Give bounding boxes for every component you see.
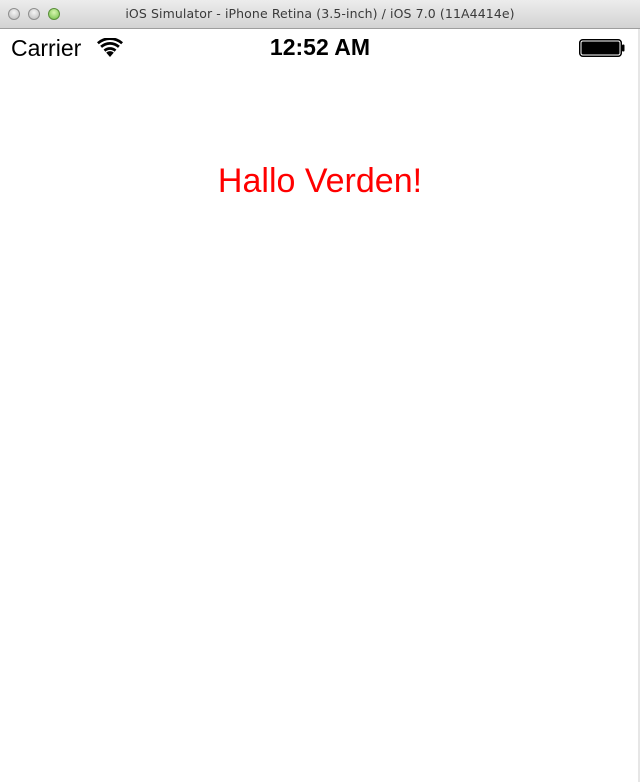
ios-screen[interactable]: Carrier 12:52 AM Hallo Verden!	[0, 29, 640, 782]
status-time: 12:52 AM	[269, 34, 371, 60]
status-bar: Carrier 12:52 AM	[0, 29, 640, 65]
window-title: iOS Simulator - iPhone Retina (3.5-inch)…	[125, 6, 515, 21]
window-titlebar[interactable]: iOS Simulator - iPhone Retina (3.5-inch)…	[0, 0, 640, 29]
greeting-label: Hallo Verden!	[217, 162, 423, 200]
simulator-window: iOS Simulator - iPhone Retina (3.5-inch)…	[0, 0, 640, 782]
battery-icon	[579, 39, 625, 57]
